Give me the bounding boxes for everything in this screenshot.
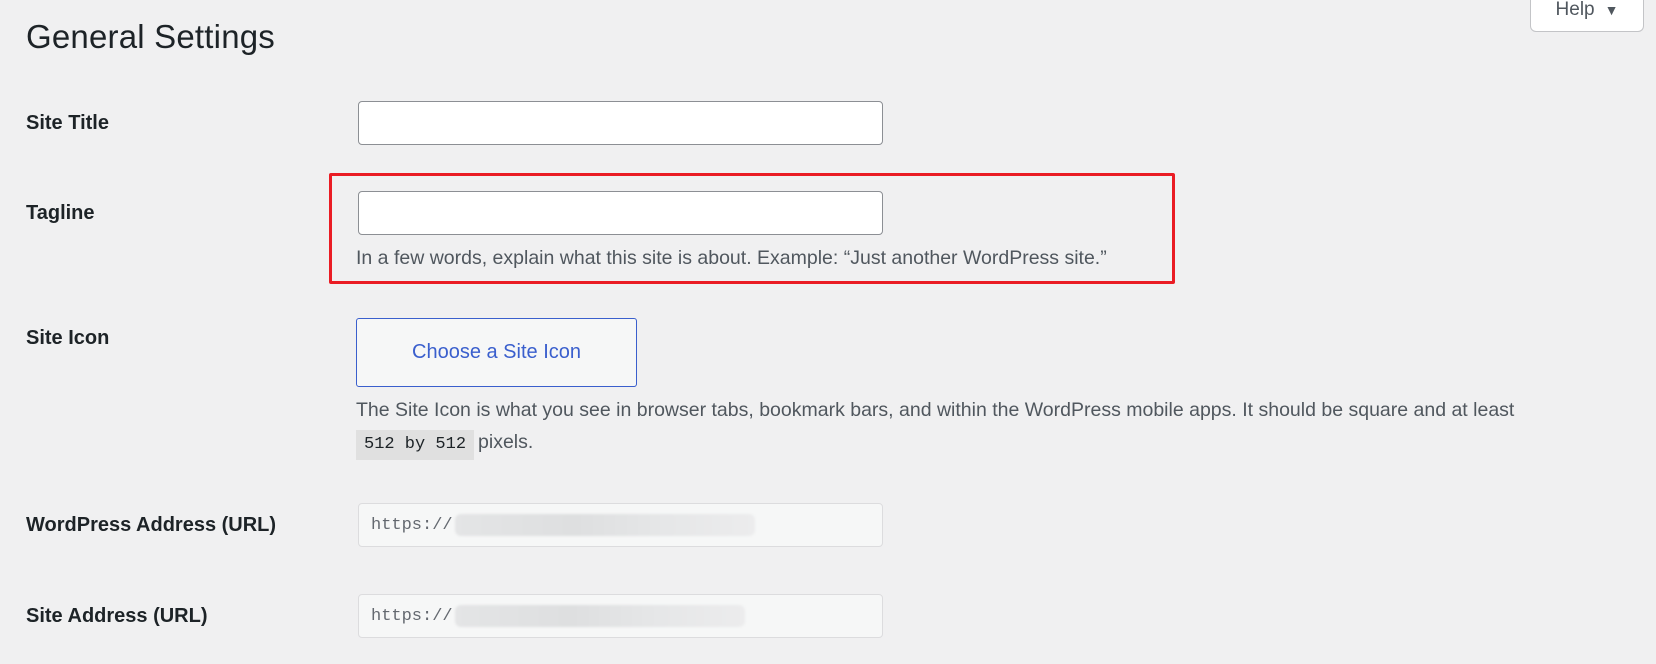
icon-size-code: 512 by 512 xyxy=(356,430,475,460)
site-icon-description-text: The Site Icon is what you see in browser… xyxy=(356,399,1515,421)
help-label: Help xyxy=(1555,0,1595,20)
redacted-url-block xyxy=(454,605,745,627)
site-address-label: Site Address (URL) xyxy=(26,605,208,627)
wordpress-address-input[interactable]: https:// xyxy=(358,503,883,547)
choose-site-icon-button[interactable]: Choose a Site Icon xyxy=(356,318,637,387)
wordpress-address-value: https:// xyxy=(371,515,453,535)
site-icon-description: The Site Icon is what you see in browser… xyxy=(356,394,1636,460)
redacted-url-block xyxy=(454,514,755,536)
site-address-value: https:// xyxy=(371,606,453,626)
settings-page: Help ▼ General Settings Site Title Tagli… xyxy=(0,0,1656,664)
help-button[interactable]: Help ▼ xyxy=(1530,0,1644,32)
site-icon-description-suffix: pixels. xyxy=(478,431,534,453)
page-title: General Settings xyxy=(26,18,276,55)
tagline-label: Tagline xyxy=(26,202,95,224)
tagline-description: In a few words, explain what this site i… xyxy=(356,247,1107,269)
tagline-input[interactable] xyxy=(358,191,883,235)
triangle-down-icon: ▼ xyxy=(1604,1,1619,18)
site-title-input[interactable] xyxy=(358,101,883,145)
site-title-label: Site Title xyxy=(26,112,109,134)
wordpress-address-label: WordPress Address (URL) xyxy=(26,514,277,536)
site-icon-label: Site Icon xyxy=(26,327,110,349)
site-address-input[interactable]: https:// xyxy=(358,594,883,638)
